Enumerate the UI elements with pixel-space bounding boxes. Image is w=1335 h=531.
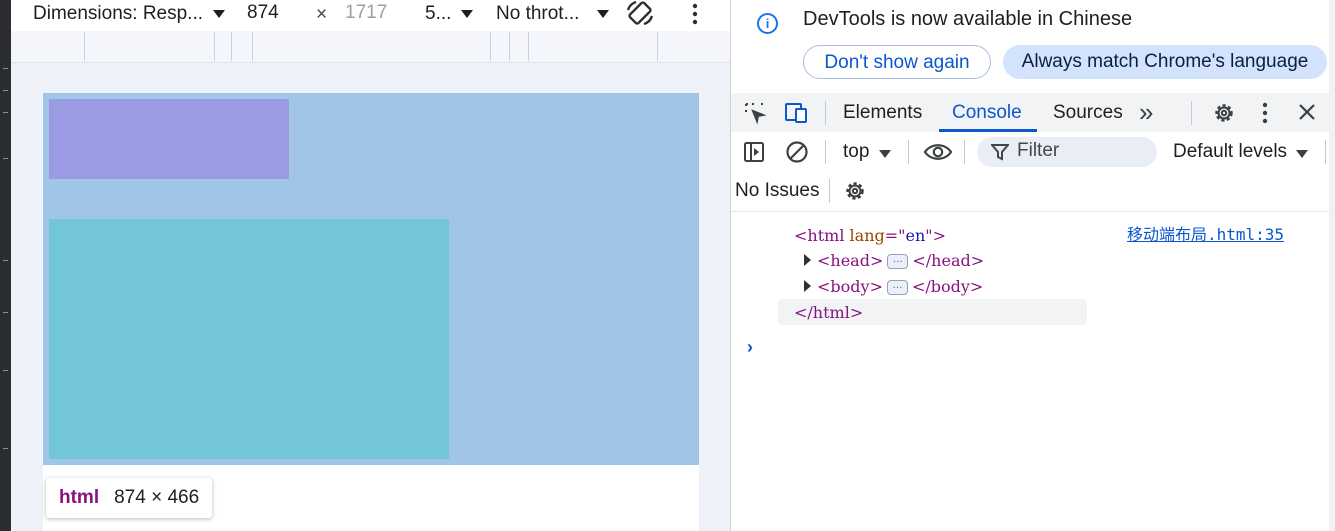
devtools-panel: i DevTools is now available in Chinese D… bbox=[730, 0, 1335, 531]
html-element-highlight bbox=[43, 93, 699, 465]
head-ellipsis-icon[interactable]: … bbox=[887, 254, 909, 269]
console-toolbar: top Filter Default levels bbox=[731, 132, 1335, 171]
tab-console[interactable]: Console bbox=[952, 93, 1022, 132]
rotate-icon[interactable] bbox=[625, 0, 657, 28]
body-node[interactable]: <body>… </body> bbox=[817, 277, 983, 296]
tooltip-arrow bbox=[64, 468, 84, 478]
clear-console-icon[interactable] bbox=[785, 140, 809, 164]
times-sign: × bbox=[316, 4, 328, 25]
info-icon: i bbox=[757, 13, 778, 34]
more-options-icon[interactable] bbox=[691, 3, 699, 25]
throttling-chevron-down-icon[interactable] bbox=[597, 10, 609, 18]
always-match-language-button[interactable]: Always match Chrome's language bbox=[1003, 45, 1327, 79]
more-tabs-icon[interactable]: » bbox=[1139, 93, 1153, 132]
customize-more-icon[interactable] bbox=[1261, 102, 1269, 124]
device-emulation-pane: Dimensions: Resp... 874 × 1717 5... No t… bbox=[0, 0, 730, 531]
source-file-link[interactable]: 移动端布局.html:35 bbox=[1127, 221, 1284, 245]
log-levels-chevron-down-icon[interactable] bbox=[1296, 150, 1308, 158]
console-settings-gear-icon[interactable] bbox=[843, 179, 867, 203]
issues-bar: No Issues bbox=[731, 171, 1335, 212]
filter-input[interactable]: Filter bbox=[977, 137, 1157, 167]
context-chevron-down-icon[interactable] bbox=[879, 150, 891, 158]
media-query-ruler[interactable] bbox=[11, 31, 730, 63]
editor-gutter-strip bbox=[0, 0, 11, 531]
settings-gear-icon[interactable] bbox=[1212, 101, 1236, 125]
info-message: DevTools is now available in Chinese bbox=[803, 8, 1133, 30]
html-close-node[interactable]: </html> bbox=[794, 303, 863, 322]
html-open-node[interactable]: <html lang="en"> bbox=[794, 226, 946, 245]
height-input[interactable]: 1717 bbox=[337, 0, 411, 25]
purple-box bbox=[49, 99, 289, 179]
expand-body-triangle-icon[interactable] bbox=[804, 280, 811, 292]
log-levels-dropdown[interactable]: Default levels bbox=[1173, 141, 1287, 163]
dimensions-chevron-down-icon[interactable] bbox=[213, 10, 225, 18]
device-toolbar-toggle-icon[interactable] bbox=[783, 101, 811, 125]
tooltip-size: 874 × 466 bbox=[114, 487, 200, 508]
element-inspect-tooltip: html 874 × 466 bbox=[46, 478, 213, 518]
width-input[interactable]: 874 bbox=[239, 0, 311, 25]
dimensions-dropdown[interactable]: Dimensions: Resp... bbox=[33, 2, 203, 26]
zoom-chevron-down-icon[interactable] bbox=[461, 10, 473, 18]
live-expression-eye-icon[interactable] bbox=[923, 142, 953, 162]
expand-head-triangle-icon[interactable] bbox=[804, 254, 811, 266]
filter-placeholder: Filter bbox=[1017, 140, 1060, 161]
tooltip-tag-name: html bbox=[59, 487, 100, 508]
context-selector[interactable]: top bbox=[843, 141, 869, 163]
device-toolbar: Dimensions: Resp... 874 × 1717 5... No t… bbox=[11, 0, 730, 31]
body-ellipsis-icon[interactable]: … bbox=[886, 280, 908, 295]
sidebar-toggle-icon[interactable] bbox=[743, 141, 765, 163]
filter-funnel-icon bbox=[991, 144, 1009, 161]
devtools-tab-bar: Elements Console Sources » bbox=[731, 93, 1335, 133]
page-viewport[interactable] bbox=[43, 93, 699, 531]
teal-box bbox=[49, 219, 449, 459]
console-output: 移动端布局.html:35 <html lang="en"> <head>… </… bbox=[731, 212, 1335, 531]
tab-elements[interactable]: Elements bbox=[843, 93, 922, 132]
inspect-element-icon[interactable] bbox=[743, 101, 767, 125]
dont-show-again-button[interactable]: Don't show again bbox=[803, 45, 991, 79]
zoom-dropdown[interactable]: 5... bbox=[425, 2, 451, 26]
close-icon[interactable] bbox=[1297, 102, 1317, 122]
head-node[interactable]: <head>… </head> bbox=[817, 251, 984, 270]
devtools-scrollbar[interactable] bbox=[1329, 0, 1335, 531]
console-prompt-caret-icon[interactable]: › bbox=[747, 337, 753, 358]
language-info-bar: i DevTools is now available in Chinese D… bbox=[731, 0, 1335, 94]
issues-count[interactable]: No Issues bbox=[735, 180, 819, 202]
tab-sources[interactable]: Sources bbox=[1053, 93, 1123, 132]
throttling-dropdown[interactable]: No throt... bbox=[496, 2, 579, 26]
